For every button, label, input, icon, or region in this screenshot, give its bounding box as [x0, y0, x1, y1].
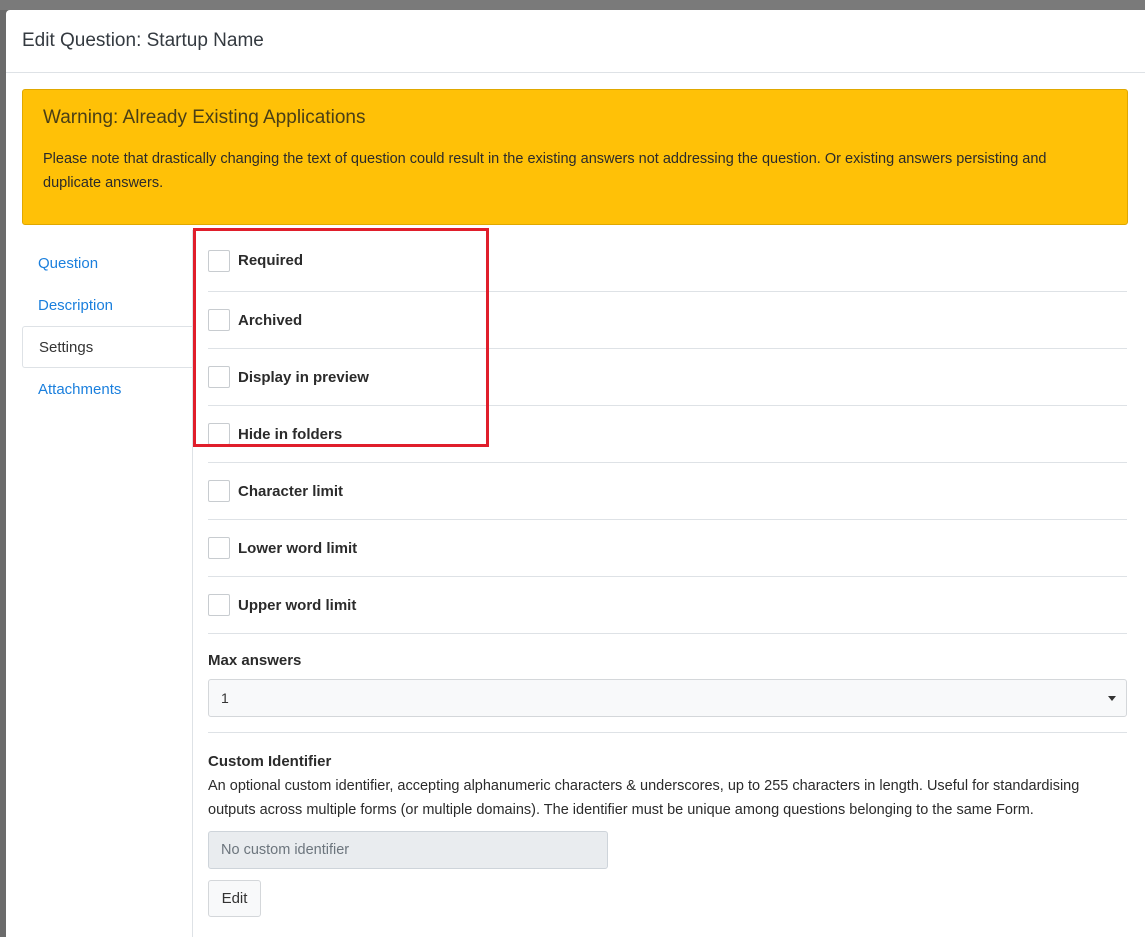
content-divider: [192, 230, 193, 937]
modal-header: Edit Question: Startup Name: [6, 10, 1145, 73]
display-in-preview-row: Display in preview: [208, 349, 1127, 406]
edit-question-modal: Edit Question: Startup Name Warning: Alr…: [6, 10, 1145, 937]
upper-word-limit-row: Upper word limit: [208, 577, 1127, 634]
hide-in-folders-row: Hide in folders: [208, 406, 1127, 463]
lower-word-limit-label: Lower word limit: [238, 539, 358, 557]
character-limit-row: Character limit: [208, 463, 1127, 520]
max-answers-value: 1: [221, 690, 229, 706]
hide-in-folders-label: Hide in folders: [238, 425, 343, 443]
upper-word-limit-label: Upper word limit: [238, 596, 357, 614]
display-in-preview-checkbox[interactable]: [208, 366, 230, 388]
upper-word-limit-checkbox[interactable]: [208, 594, 230, 616]
custom-identifier-field: Custom Identifier An optional custom ide…: [208, 733, 1127, 917]
hide-in-folders-checkbox[interactable]: [208, 423, 230, 445]
warning-text: Please note that drastically changing th…: [43, 151, 1047, 191]
required-label: Required: [238, 252, 304, 269]
required-checkbox[interactable]: [208, 249, 230, 272]
warning-title: Warning: Already Existing Applications: [43, 107, 366, 128]
custom-identifier-description: An optional custom identifier, accepting…: [208, 778, 1080, 818]
display-in-preview-label: Display in preview: [238, 368, 369, 386]
lower-word-limit-row: Lower word limit: [208, 520, 1127, 577]
character-limit-label: Character limit: [238, 482, 344, 500]
max-answers-field: Max answers 1: [208, 634, 1127, 733]
custom-identifier-label: Custom Identifier: [208, 753, 332, 770]
archived-row: Archived: [208, 292, 1127, 349]
modal-title: Edit Question: Startup Name: [22, 30, 264, 51]
edit-button[interactable]: Edit: [208, 880, 261, 917]
settings-panel: Required Archived Display in preview Hid…: [208, 230, 1127, 917]
required-row: Required: [208, 230, 1127, 292]
character-limit-checkbox[interactable]: [208, 480, 230, 502]
archived-label: Archived: [238, 311, 303, 329]
tab-question[interactable]: Question: [22, 242, 193, 284]
tab-settings[interactable]: Settings: [22, 326, 193, 368]
settings-sidebar-nav: Question Description Settings Attachment…: [22, 242, 193, 410]
modal-backdrop: [0, 0, 1145, 10]
lower-word-limit-checkbox[interactable]: [208, 537, 230, 559]
max-answers-label: Max answers: [208, 652, 302, 669]
caret-down-icon: [1108, 696, 1116, 701]
warning-alert: Warning: Already Existing Applications P…: [22, 89, 1128, 225]
archived-checkbox[interactable]: [208, 309, 230, 331]
custom-identifier-input[interactable]: No custom identifier: [208, 831, 608, 869]
max-answers-select[interactable]: 1: [208, 679, 1127, 717]
tab-description[interactable]: Description: [22, 284, 193, 326]
tab-attachments[interactable]: Attachments: [22, 368, 193, 410]
